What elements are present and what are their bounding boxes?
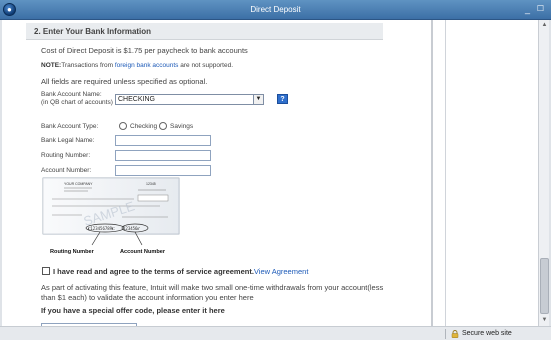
routing-number-input[interactable] — [115, 150, 211, 161]
help-button[interactable]: ? — [277, 94, 288, 104]
savings-radio[interactable] — [159, 122, 167, 130]
savings-radio-label: Savings — [170, 123, 194, 130]
foreign-bank-accounts-link[interactable]: foreign bank accounts — [115, 62, 179, 69]
view-agreement-link[interactable]: View Agreement — [254, 267, 308, 276]
scroll-thumb[interactable] — [540, 258, 549, 314]
title-bar: ● Direct Deposit _ ☐ — [0, 0, 551, 20]
cost-text: Cost of Direct Deposit is $1.75 per payc… — [41, 46, 248, 55]
routing-number-caption: Routing Number — [50, 249, 95, 255]
lock-icon — [451, 330, 459, 338]
status-bar: Secure web site — [0, 326, 551, 340]
offer-code-label: If you have a special offer code, please… — [41, 306, 225, 315]
note-text: NOTE:Transactions from foreign bank acco… — [41, 62, 233, 69]
chevron-down-icon[interactable]: ▼ — [253, 95, 263, 104]
bank-account-name-select[interactable]: CHECKING ▼ — [115, 94, 264, 105]
right-inner-panel — [445, 20, 537, 326]
bank-account-name-sublabel: (in QB chart of accounts) — [41, 99, 113, 106]
bank-info-section: 2. Enter Your Bank Information Cost of D… — [26, 23, 420, 326]
svg-text:⑆123456789⑆: ⑆123456789⑆ — [88, 226, 115, 231]
scroll-up-arrow-icon[interactable]: ▲ — [540, 21, 549, 30]
secure-site-text: Secure web site — [462, 330, 512, 337]
section-header: 2. Enter Your Bank Information — [26, 23, 383, 40]
account-number-input[interactable] — [115, 165, 211, 176]
main-content: 2. Enter Your Bank Information Cost of D… — [2, 20, 432, 326]
minimize-button[interactable]: _ — [521, 3, 534, 16]
legal-name-label: Bank Legal Name: — [41, 137, 95, 144]
bank-account-name-label: Bank Account Name: — [41, 91, 102, 98]
bank-account-name-value: CHECKING — [118, 96, 155, 103]
window-title: Direct Deposit — [250, 5, 301, 14]
account-number-caption: Account Number — [120, 249, 166, 255]
maximize-button[interactable]: ☐ — [534, 3, 547, 16]
routing-number-label: Routing Number: — [41, 152, 91, 159]
checking-radio[interactable] — [119, 122, 127, 130]
agree-text: I have read and agree to the terms of se… — [53, 267, 308, 276]
scroll-down-arrow-icon[interactable]: ▼ — [540, 316, 549, 325]
check-company-line: YOUR COMPANY — [64, 182, 93, 186]
right-side-pane — [432, 20, 538, 326]
checking-radio-label: Checking — [130, 123, 158, 130]
agree-checkbox[interactable] — [42, 267, 50, 275]
account-number-label: Account Number: — [41, 167, 92, 174]
sample-check-image: YOUR COMPANY 12345 SAMPLE ⑆123456789⑆ 12… — [42, 177, 180, 255]
vertical-scrollbar[interactable]: ▲ ▼ — [538, 20, 549, 326]
svg-text:123456⑈: 123456⑈ — [123, 226, 140, 231]
legal-name-input[interactable] — [115, 135, 211, 146]
status-divider — [445, 329, 446, 339]
account-type-label: Bank Account Type: — [41, 123, 99, 130]
required-text: All fields are required unless specified… — [41, 77, 208, 86]
agree-label: I have read and agree to the terms of se… — [53, 267, 254, 276]
note-label: NOTE: — [41, 62, 62, 69]
section-title: 2. Enter Your Bank Information — [34, 27, 152, 36]
check-number: 12345 — [146, 182, 156, 186]
note-after: are not supported. — [178, 62, 234, 69]
note-before: Transactions from — [61, 62, 115, 69]
validation-paragraph: As part of activating this feature, Intu… — [41, 283, 384, 302]
